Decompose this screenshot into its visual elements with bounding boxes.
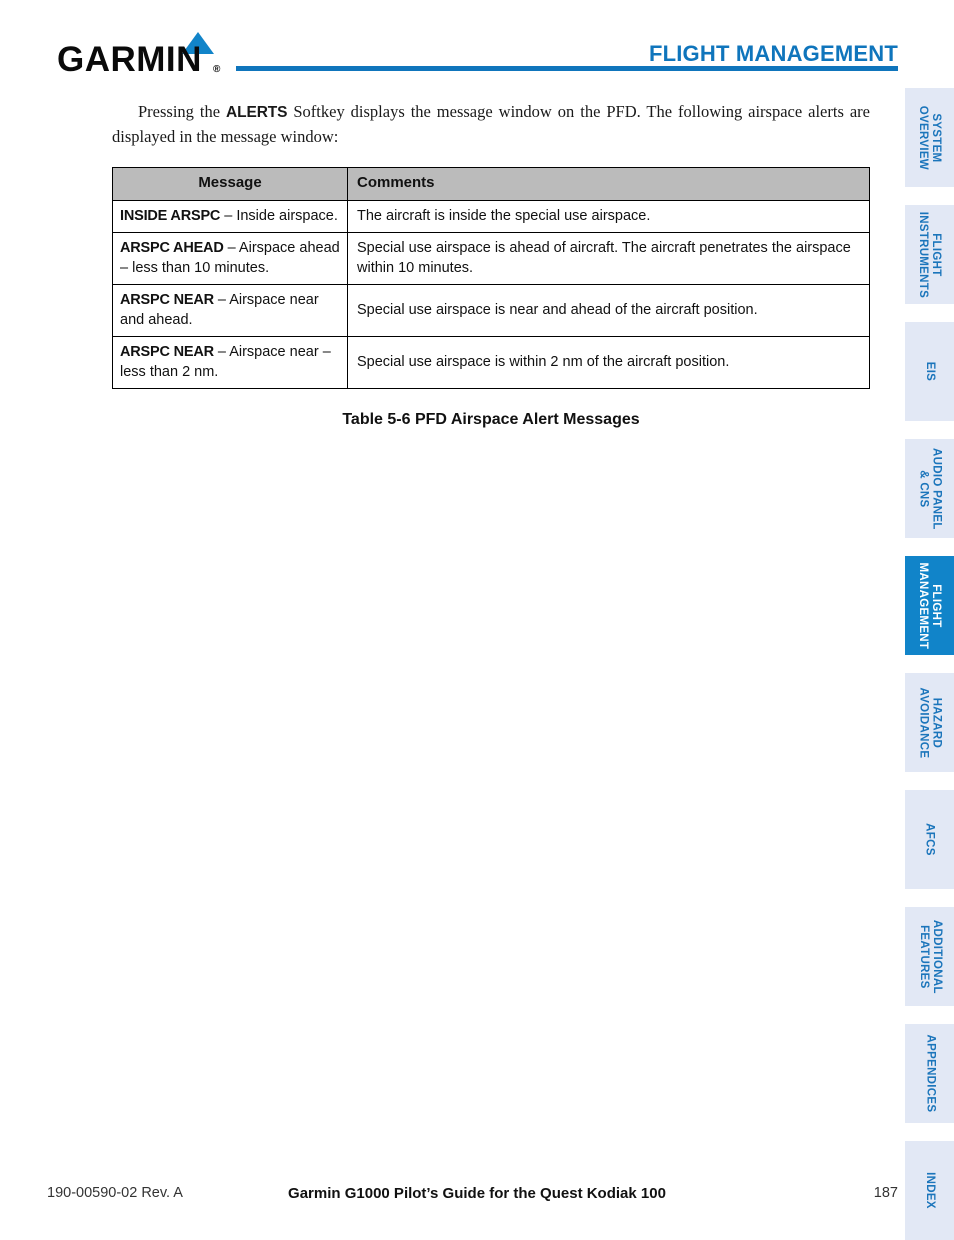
column-header-message: Message [112,167,348,202]
alerts-softkey-label: ALERTS [226,104,288,121]
intro-paragraph: Pressing the ALERTS Softkey displays the… [112,100,870,149]
tab-flight-instruments[interactable]: FLIGHT INSTRUMENTS [905,205,954,304]
footer-page-number: 187 [873,1185,898,1201]
tab-audio-panel-cns[interactable]: AUDIO PANEL & CNS [905,439,954,538]
column-header-comments: Comments [347,167,870,202]
table-header-row: Message Comments [112,167,870,202]
cell-message: INSIDE ARSPC – Inside airspace. [112,200,348,234]
table-row: ARSPC AHEAD – Airspace ahead – less than… [112,232,870,286]
main-content: Pressing the ALERTS Softkey displays the… [112,100,870,429]
tab-label: EIS [923,361,936,382]
footer-title: Garmin G1000 Pilot’s Guide for the Quest… [288,1185,666,1202]
alert-code: ARSPC AHEAD [120,240,224,257]
cell-comments: The aircraft is inside the special use a… [347,200,870,234]
tab-afcs[interactable]: AFCS [905,790,954,889]
cell-comments: Special use airspace is near and ahead o… [347,284,870,338]
tab-label: FLIGHT INSTRUMENTS [917,211,943,298]
tab-flight-management[interactable]: FLIGHT MANAGEMENT [905,556,954,655]
cell-comments: Special use airspace is within 2 nm of t… [347,336,870,390]
table-row: INSIDE ARSPC – Inside airspace. The aircr… [112,200,870,234]
section-tab-rail: SYSTEM OVERVIEW FLIGHT INSTRUMENTS EIS AUDIO … [905,88,954,1240]
tab-label: FLIGHT MANAGEMENT [917,562,943,649]
pfd-airspace-alert-table: Message Comments INSIDE ARSPC – Inside a… [112,167,870,390]
registered-trademark-icon: ® [213,64,221,75]
tab-label: AFCS [923,823,936,856]
cell-message: ARSPC AHEAD – Airspace ahead – less than… [112,232,348,286]
table-body: INSIDE ARSPC – Inside airspace. The aircr… [112,200,870,390]
garmin-wordmark: GARMIN [57,40,202,79]
tab-label: AUDIO PANEL & CNS [917,447,943,530]
table-row: ARSPC NEAR – Airspace near – less than 2… [112,336,870,390]
cell-comments: Special use airspace is ahead of aircraf… [347,232,870,286]
intro-text-before: Pressing the [138,102,226,121]
cell-message: ARSPC NEAR – Airspace near and ahead. [112,284,348,338]
tab-system-overview[interactable]: SYSTEM OVERVIEW [905,88,954,187]
tab-appendices[interactable]: APPENDICES [905,1024,954,1123]
page-footer: 190-00590-02 Rev. A Garmin G1000 Pilot’s… [0,1185,954,1207]
alert-code: INSIDE ARSPC [120,208,221,225]
tab-label: SYSTEM OVERVIEW [917,105,943,170]
tab-label: APPENDICES [923,1034,936,1113]
tab-hazard-avoidance[interactable]: HAZARD AVOIDANCE [905,673,954,772]
alert-code: ARSPC NEAR [120,292,214,309]
tab-eis[interactable]: EIS [905,322,954,421]
table-head: Message Comments [112,167,870,202]
tab-label: ADDITIONAL FEATURES [917,919,943,994]
table-row: ARSPC NEAR – Airspace near and ahead. Spe… [112,284,870,338]
table-caption: Table 5-6 PFD Airspace Alert Messages [342,411,640,429]
alert-code: ARSPC NEAR [120,344,214,361]
alert-description: – Inside airspace. [220,208,338,225]
tab-additional-features[interactable]: ADDITIONAL FEATURES [905,907,954,1006]
page-header: GARMIN ® FLIGHT MANAGEMENT [0,0,954,90]
garmin-logo: GARMIN ® [57,32,237,79]
page-title: FLIGHT MANAGEMENT [648,41,898,66]
cell-message: ARSPC NEAR – Airspace near – less than 2… [112,336,348,390]
tab-label: HAZARD AVOIDANCE [917,687,943,758]
